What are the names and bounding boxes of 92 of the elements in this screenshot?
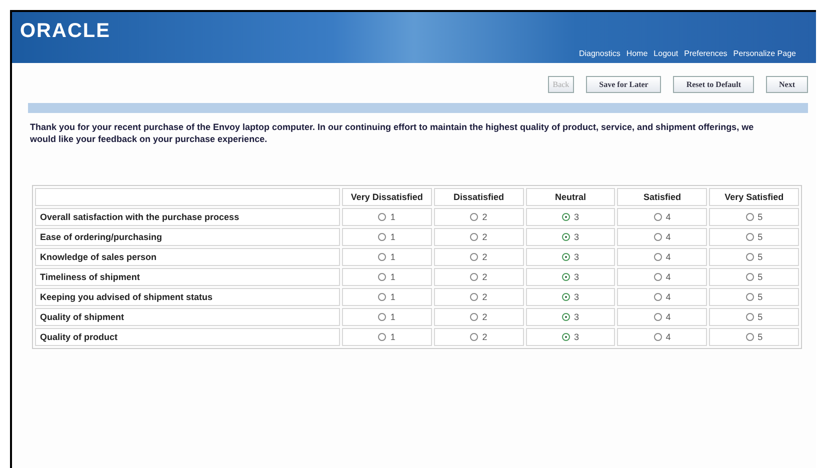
column-header: Very Satisfied	[709, 188, 799, 206]
rating-radio[interactable]: 4	[654, 292, 671, 302]
rating-radio[interactable]: 3	[562, 232, 580, 242]
page-button[interactable]: Reset to Default	[673, 76, 754, 93]
radio-icon[interactable]	[470, 232, 478, 240]
radio-icon[interactable]	[746, 252, 754, 260]
rating-radio[interactable]: 4	[654, 272, 671, 282]
rating-radio[interactable]: 2	[470, 332, 488, 342]
rating-radio[interactable]: 4	[654, 212, 671, 222]
page-button[interactable]: Save for Later	[586, 76, 662, 93]
radio-icon[interactable]	[654, 212, 662, 220]
question-cell: Timeliness of shipment	[35, 268, 340, 286]
radio-icon[interactable]	[378, 332, 386, 340]
rating-radio[interactable]: 5	[746, 312, 763, 322]
rating-radio[interactable]: 3	[562, 292, 580, 302]
header-link[interactable]: Personalize Page	[733, 49, 796, 58]
rating-radio[interactable]: 4	[654, 232, 671, 242]
rating-radio[interactable]: 2	[470, 212, 488, 222]
radio-icon[interactable]	[470, 252, 478, 260]
radio-icon[interactable]	[746, 212, 754, 220]
question-cell: Quality of shipment	[35, 308, 340, 326]
radio-icon[interactable]	[562, 292, 570, 300]
rating-radio[interactable]: 2	[470, 252, 488, 262]
question-cell: Keeping you advised of shipment status	[35, 288, 340, 306]
radio-icon[interactable]	[378, 232, 386, 240]
rating-radio[interactable]: 2	[470, 272, 488, 282]
question-cell: Overall satisfaction with the purchase process	[35, 208, 340, 226]
radio-icon[interactable]	[562, 212, 570, 220]
intro-text: Thank you for your recent purchase of the Envoy laptop computer. In our continuing effort to maintain the highest quality of product, service, and shipment offerings, we would like your feedback on your purchase experience.	[30, 121, 755, 145]
rating-radio[interactable]: 4	[654, 312, 671, 322]
column-header: Satisfied	[617, 188, 708, 206]
rating-radio[interactable]: 2	[470, 292, 488, 302]
radio-icon[interactable]	[378, 272, 386, 280]
rating-radio[interactable]: 4	[654, 252, 671, 262]
rating-radio[interactable]: 5	[746, 332, 763, 342]
rating-radio[interactable]: 5	[746, 252, 763, 262]
radio-icon[interactable]	[746, 232, 754, 240]
radio-icon[interactable]	[378, 212, 386, 220]
header-link[interactable]: Logout	[654, 49, 678, 58]
radio-icon[interactable]	[562, 232, 570, 240]
column-header: Dissatisfied	[434, 188, 524, 206]
radio-icon[interactable]	[654, 272, 662, 280]
question-cell: Knowledge of sales person	[35, 248, 340, 266]
radio-icon[interactable]	[562, 272, 570, 280]
rating-radio[interactable]: 1	[378, 292, 396, 302]
radio-icon[interactable]	[746, 272, 754, 280]
column-header: Neutral	[526, 188, 616, 206]
page-button[interactable]: Next	[766, 76, 808, 93]
radio-icon[interactable]	[470, 272, 478, 280]
rating-radio[interactable]: 3	[562, 272, 580, 282]
rating-radio[interactable]: 1	[378, 272, 396, 282]
rating-radio[interactable]: 5	[746, 292, 763, 302]
radio-icon[interactable]	[470, 312, 478, 320]
radio-icon[interactable]	[470, 212, 478, 220]
rating-radio[interactable]: 4	[654, 332, 671, 342]
radio-icon[interactable]	[378, 292, 386, 300]
rating-radio[interactable]: 5	[746, 212, 763, 222]
column-header: Very Dissatisfied	[342, 188, 432, 206]
header-link[interactable]: Diagnostics	[578, 49, 620, 58]
question-cell: Quality of product	[35, 328, 340, 346]
radio-icon[interactable]	[654, 292, 662, 300]
rating-radio[interactable]: 5	[746, 272, 763, 282]
rating-radio[interactable]: 1	[378, 252, 396, 262]
rating-radio[interactable]: 1	[378, 212, 396, 222]
radio-icon[interactable]	[378, 252, 386, 260]
rating-radio[interactable]: 3	[562, 212, 580, 222]
question-cell: Ease of ordering/purchasing	[35, 228, 340, 246]
rating-radio[interactable]: 3	[562, 332, 580, 342]
logo: ORACLE	[20, 20, 110, 43]
radio-icon[interactable]	[746, 292, 754, 300]
radio-icon[interactable]	[562, 312, 570, 320]
radio-icon[interactable]	[562, 252, 570, 260]
radio-icon[interactable]	[654, 232, 662, 240]
header-link[interactable]: Preferences	[684, 49, 728, 58]
rating-radio[interactable]: 2	[470, 312, 488, 322]
radio-icon[interactable]	[654, 332, 662, 340]
rating-radio[interactable]: 2	[470, 232, 488, 242]
radio-icon[interactable]	[470, 292, 478, 300]
radio-icon[interactable]	[654, 252, 662, 260]
rating-radio[interactable]: 1	[378, 332, 396, 342]
radio-icon[interactable]	[746, 332, 754, 340]
rating-radio[interactable]: 3	[562, 312, 580, 322]
radio-icon[interactable]	[654, 312, 662, 320]
rating-radio[interactable]: 1	[378, 312, 396, 322]
radio-icon[interactable]	[378, 312, 386, 320]
radio-icon[interactable]	[746, 312, 754, 320]
rating-radio[interactable]: 3	[562, 252, 580, 262]
rating-radio[interactable]: 5	[746, 232, 763, 242]
radio-icon[interactable]	[562, 332, 570, 340]
rating-radio[interactable]: 1	[378, 232, 396, 242]
header-link[interactable]: Home	[626, 49, 648, 58]
radio-icon[interactable]	[470, 332, 478, 340]
